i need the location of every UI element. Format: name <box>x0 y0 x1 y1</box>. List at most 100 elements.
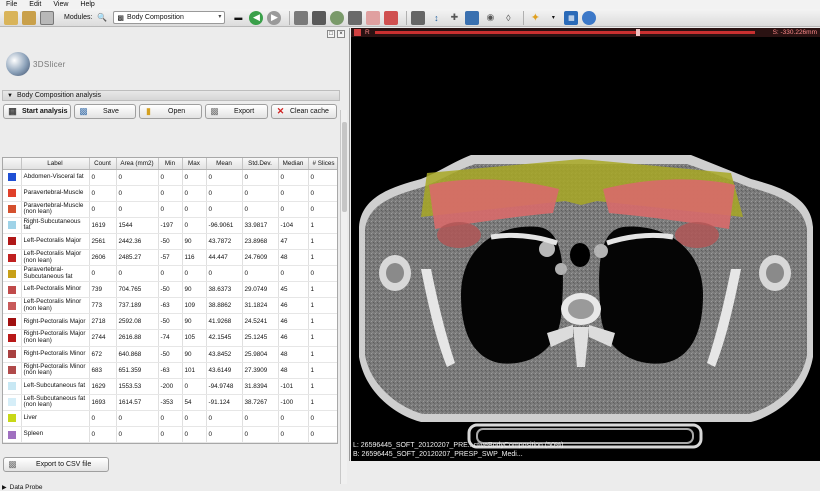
cell-mean: -91.124 <box>206 394 243 411</box>
table-header-cell[interactable] <box>3 158 22 170</box>
cell-area: 2485.27 <box>116 249 159 267</box>
table-row[interactable]: Abdomen-Visceral fat 0 0 0 0 0 0 0 0 <box>3 169 337 186</box>
back-arrow-icon[interactable]: ◀ <box>249 10 264 25</box>
menu-view[interactable]: View <box>53 0 68 9</box>
left-pectoralis-minor-overlay <box>437 222 481 248</box>
cell-std: 25.1245 <box>242 329 279 347</box>
table-header-row: Label Count Area (mm2) Min Max Mean Std.Dev. Me… <box>3 158 337 170</box>
cell-slices: 1 <box>308 394 337 411</box>
table-row[interactable]: Liver 0 0 0 0 0 0 0 0 <box>3 410 337 428</box>
table-row[interactable]: Paravertebral-Subcutaneous fat 0 0 0 0 0 0 0 0 <box>3 265 337 283</box>
table-header-cell[interactable]: Max <box>182 158 207 170</box>
table-row[interactable]: Spleen 0 0 0 0 0 0 0 0 <box>3 426 337 443</box>
menu-file[interactable]: File <box>6 0 17 9</box>
crosshair-icon[interactable]: ✚ <box>447 11 461 25</box>
cell-min: -197 <box>158 217 183 234</box>
layout-icon[interactable] <box>411 10 426 25</box>
pin-icon[interactable] <box>354 29 361 36</box>
table-row[interactable]: Left-Pectoralis Minor (non lean) 773 737.1… <box>3 297 337 315</box>
table-header-cell[interactable]: Count <box>89 158 117 170</box>
load-dicom-icon[interactable] <box>22 10 36 25</box>
table-row[interactable]: Right-Pectoralis Major (non lean) 2744 261… <box>3 329 337 347</box>
viewer-footer-background: B: 26596445_SOFT_20120207_PRESP_SWP_Medi… <box>353 451 523 458</box>
cell-max: 116 <box>182 249 207 267</box>
menu-edit[interactable]: Edit <box>29 0 41 9</box>
panel-scrollbar[interactable] <box>340 110 347 484</box>
chevron-down-icon[interactable]: ▾ <box>546 11 560 25</box>
export-csv-button[interactable]: ▩ Export to CSV file <box>3 457 109 472</box>
models-module-icon[interactable] <box>330 10 345 25</box>
cell-median: 47 <box>278 233 309 250</box>
load-data-icon[interactable] <box>4 10 18 25</box>
label-color-swatch <box>7 173 16 182</box>
start-analysis-button[interactable]: ▦ Start analysis <box>3 104 71 119</box>
cell-slices: 1 <box>308 329 337 347</box>
save-label: Save <box>103 108 119 115</box>
scrollbar-thumb[interactable] <box>342 122 347 212</box>
cell-mean: 43.8452 <box>206 346 243 363</box>
slice-offset-slider[interactable] <box>375 31 755 34</box>
table-row[interactable]: Left-Subcutaneous fat 1629 1553.53 -200 0 -94… <box>3 378 337 395</box>
table-header-cell[interactable]: Min <box>158 158 183 170</box>
slicer-logo: 3DSlicer <box>6 46 66 82</box>
table-row[interactable]: Right-Pectoralis Major 2718 2592.08 -50 90 41… <box>3 313 337 331</box>
label-color-cell <box>3 394 22 411</box>
cell-area: 0 <box>116 169 159 186</box>
cell-max: 0 <box>182 378 207 395</box>
data-probe-section[interactable]: ▶ Data Probe <box>2 483 342 491</box>
table-header-cell[interactable]: Mean <box>206 158 243 170</box>
cell-slices: 1 <box>308 217 337 234</box>
table-header-cell[interactable]: Std.Dev. <box>242 158 279 170</box>
undock-icon[interactable]: □ <box>327 30 335 38</box>
label-color-cell <box>3 378 22 395</box>
cell-min: 0 <box>158 185 183 202</box>
volumes-module-icon[interactable] <box>312 10 327 25</box>
open-button[interactable]: ▮ Open <box>139 104 202 119</box>
table-row[interactable]: Right-Pectoralis Minor 672 640.868 -50 90 43.… <box>3 346 337 363</box>
markups-module-icon[interactable] <box>366 10 381 25</box>
extension-manager-icon[interactable]: ▦ <box>564 10 579 25</box>
transforms-module-icon[interactable] <box>348 10 363 25</box>
slice-viewer[interactable]: R S: -330.226mm L: 26596445_SOFT_2012020… <box>351 28 820 461</box>
screenshot-icon[interactable] <box>465 10 480 25</box>
table-row[interactable]: Left-Pectoralis Major 2561 2442.36 -50 90 43.… <box>3 233 337 250</box>
data-module-icon[interactable] <box>294 10 309 25</box>
cell-slices: 0 <box>308 265 337 283</box>
clean-cache-button[interactable]: ✕ Clean cache <box>271 104 337 119</box>
cell-slices: 1 <box>308 281 337 299</box>
table-row[interactable]: Right-Subcutaneous fat 1619 1544 -197 0 -96.9… <box>3 217 337 234</box>
table-row[interactable]: Left-Pectoralis Minor 739 704.765 -50 90 38.6… <box>3 281 337 299</box>
table-row[interactable]: Left-Subcutaneous fat (non lean) 1693 1614… <box>3 394 337 411</box>
menu-bar: File Edit View Help <box>0 0 820 9</box>
cell-slices: 1 <box>308 362 337 379</box>
table-row[interactable]: Right-Pectoralis Minor (non lean) 683 651.… <box>3 362 337 379</box>
collapsible-section-header[interactable]: ▼ Body Composition analysis <box>2 90 340 101</box>
table-header-cell[interactable]: Median <box>278 158 309 170</box>
editor-module-icon[interactable] <box>384 10 399 25</box>
cell-std: 33.9817 <box>242 217 279 234</box>
module-history-icon[interactable]: ▬ <box>231 11 245 25</box>
export-button[interactable]: ▩ Export <box>205 104 268 119</box>
table-header-cell[interactable]: Area (mm2) <box>116 158 159 170</box>
save-button[interactable]: ▩ Save <box>74 104 136 119</box>
python-console-icon[interactable] <box>582 10 597 25</box>
cell-slices: 1 <box>308 249 337 267</box>
cell-std: 0 <box>242 410 279 428</box>
cell-std: 38.7267 <box>242 394 279 411</box>
menu-help[interactable]: Help <box>80 0 94 9</box>
save-data-icon[interactable] <box>40 10 54 25</box>
close-icon[interactable]: × <box>337 30 345 38</box>
table-row[interactable]: Paravertebral-Muscle 0 0 0 0 0 0 0 0 <box>3 185 337 202</box>
table-header-cell[interactable]: # Slices <box>308 158 337 170</box>
module-selector[interactable]: ▩ Body Composition ▾ <box>113 11 226 24</box>
place-point-icon[interactable]: ✦ <box>528 11 542 25</box>
mouse-mode-icon[interactable]: ↕ <box>429 11 443 25</box>
table-row[interactable]: Left-Pectoralis Major (non lean) 2606 2485… <box>3 249 337 267</box>
forward-arrow-icon[interactable]: ▶ <box>267 10 282 25</box>
ruler-icon[interactable]: ◊ <box>501 11 515 25</box>
table-header-cell[interactable]: Label <box>21 158 90 170</box>
fiducial-icon[interactable]: ◉ <box>483 11 497 25</box>
table-row[interactable]: Paravertebral-Muscle (non lean) 0 0 0 0 0 0 0 0 <box>3 201 337 218</box>
module-search-icon[interactable]: 🔍 <box>95 11 109 25</box>
slice-slider-handle[interactable] <box>636 29 640 36</box>
